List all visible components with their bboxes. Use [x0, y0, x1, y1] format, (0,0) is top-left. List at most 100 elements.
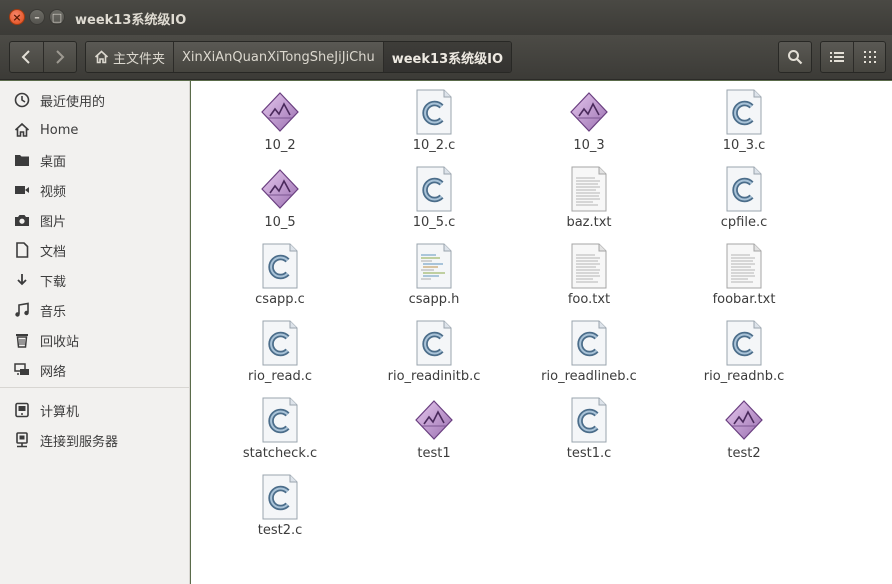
file-item[interactable]: csapp.h [369, 237, 499, 309]
sidebar-item-label: 音乐 [40, 304, 67, 320]
sidebar-item-documents[interactable]: 文档 [0, 235, 190, 265]
file-item[interactable]: 10_2 [215, 83, 345, 155]
sidebar-item-downloads[interactable]: 下载 [0, 265, 190, 295]
forward-button[interactable] [42, 42, 76, 72]
music-icon [13, 301, 31, 319]
file-name: rio_readnb.c [703, 369, 785, 384]
file-item[interactable]: rio_readinitb.c [369, 314, 499, 386]
sidebar-item-label: 桌面 [40, 154, 67, 170]
file-item[interactable]: test2.c [215, 468, 345, 540]
file-name: foo.txt [567, 292, 611, 307]
video-icon [13, 181, 31, 199]
sidebar-item-trash[interactable]: 回收站 [0, 325, 190, 355]
sidebar-item-label: 最近使用的 [40, 94, 106, 110]
c-source-icon [414, 166, 454, 212]
file-name: test2.c [257, 523, 303, 538]
sidebar-item-home[interactable]: Home [0, 115, 190, 145]
view-mode-switcher [820, 41, 886, 73]
sidebar-item-music[interactable]: 音乐 [0, 295, 190, 325]
file-item[interactable]: baz.txt [524, 160, 654, 232]
file-name: foobar.txt [712, 292, 776, 307]
breadcrumb-label: 主文件夹 [113, 51, 166, 67]
c-source-icon [569, 320, 609, 366]
file-item[interactable]: rio_read.c [215, 314, 345, 386]
file-item[interactable]: foo.txt [524, 237, 654, 309]
file-item[interactable]: 10_2.c [369, 83, 499, 155]
c-source-icon [260, 243, 300, 289]
file-name: test1.c [566, 446, 612, 461]
file-name: baz.txt [566, 215, 612, 230]
executable-icon [569, 89, 609, 135]
file-item[interactable]: statcheck.c [215, 391, 345, 463]
file-item[interactable]: 10_5.c [369, 160, 499, 232]
file-name: test1 [417, 446, 451, 461]
c-source-icon [260, 320, 300, 366]
text-file-icon [569, 243, 609, 289]
sidebar-item-desktop[interactable]: 桌面 [0, 145, 190, 175]
c-header-icon [414, 243, 454, 289]
list-view-button[interactable] [821, 42, 853, 72]
file-name: csapp.c [255, 292, 305, 307]
c-source-icon [724, 166, 764, 212]
sidebar-item-computer[interactable]: 计算机 [0, 395, 190, 425]
c-source-icon [260, 474, 300, 520]
file-item[interactable]: cpfile.c [679, 160, 809, 232]
sidebar-item-recent[interactable]: 最近使用的 [0, 85, 190, 115]
file-name: cpfile.c [720, 215, 768, 230]
trash-icon [13, 331, 31, 349]
back-button[interactable] [10, 42, 43, 72]
executable-icon [260, 166, 300, 212]
file-item[interactable]: foobar.txt [679, 237, 809, 309]
sidebar-item-pictures[interactable]: 图片 [0, 205, 190, 235]
server-icon [13, 431, 31, 449]
file-name: 10_3 [573, 138, 605, 153]
c-source-icon [414, 320, 454, 366]
home-icon [13, 121, 31, 139]
sidebar-item-label: 连接到服务器 [40, 434, 119, 450]
sidebar-item-label: 网络 [40, 364, 67, 380]
toolbar: 主文件夹 XinXiAnQuanXiTongSheJiJiChu week13系… [0, 35, 892, 80]
list-view-icon [830, 52, 844, 62]
chevron-left-icon [22, 50, 31, 64]
text-file-icon [569, 166, 609, 212]
minimize-window-button[interactable]: – [29, 9, 45, 25]
file-view: 10_2 10_2.c 10_3 10_3.c 10_5 10_5.c baz.… [191, 81, 892, 584]
executable-icon [724, 397, 764, 443]
maximize-window-button[interactable]: □ [49, 9, 65, 25]
search-button[interactable] [778, 41, 812, 73]
breadcrumb-home[interactable]: 主文件夹 [86, 42, 174, 72]
file-item[interactable]: test1.c [524, 391, 654, 463]
close-window-button[interactable]: × [9, 9, 25, 25]
window-title: week13系统级IO [75, 13, 187, 28]
grid-view-button[interactable] [853, 42, 885, 72]
file-item[interactable]: rio_readnb.c [679, 314, 809, 386]
file-name: csapp.h [408, 292, 460, 307]
breadcrumb-label: XinXiAnQuanXiTongSheJiJiChu [182, 49, 375, 65]
sidebar-item-label: 计算机 [40, 404, 80, 420]
network-icon [13, 361, 31, 379]
file-name: 10_2.c [412, 138, 456, 153]
file-item[interactable]: 10_3 [524, 83, 654, 155]
file-item[interactable]: 10_3.c [679, 83, 809, 155]
file-name: rio_readinitb.c [387, 369, 481, 384]
sidebar-item-connect-server[interactable]: 连接到服务器 [0, 425, 190, 455]
text-file-icon [724, 243, 764, 289]
file-item[interactable]: 10_5 [215, 160, 345, 232]
breadcrumb-current[interactable]: week13系统级IO [382, 42, 512, 72]
sidebar-item-label: 回收站 [40, 334, 80, 350]
drive-icon [13, 401, 31, 419]
c-source-icon [569, 397, 609, 443]
breadcrumb-folder[interactable]: XinXiAnQuanXiTongSheJiJiChu [173, 42, 383, 72]
file-item[interactable]: rio_readlineb.c [524, 314, 654, 386]
file-name: statcheck.c [242, 446, 318, 461]
sidebar-item-videos[interactable]: 视频 [0, 175, 190, 205]
sidebar-item-network[interactable]: 网络 [0, 355, 190, 385]
sidebar-item-label: Home [40, 122, 79, 138]
sidebar-item-label: 图片 [40, 214, 67, 230]
file-name: 10_5.c [412, 215, 456, 230]
file-item[interactable]: test1 [369, 391, 499, 463]
executable-icon [414, 397, 454, 443]
file-item[interactable]: csapp.c [215, 237, 345, 309]
file-item[interactable]: test2 [679, 391, 809, 463]
breadcrumb: 主文件夹 XinXiAnQuanXiTongSheJiJiChu week13系… [85, 41, 513, 73]
